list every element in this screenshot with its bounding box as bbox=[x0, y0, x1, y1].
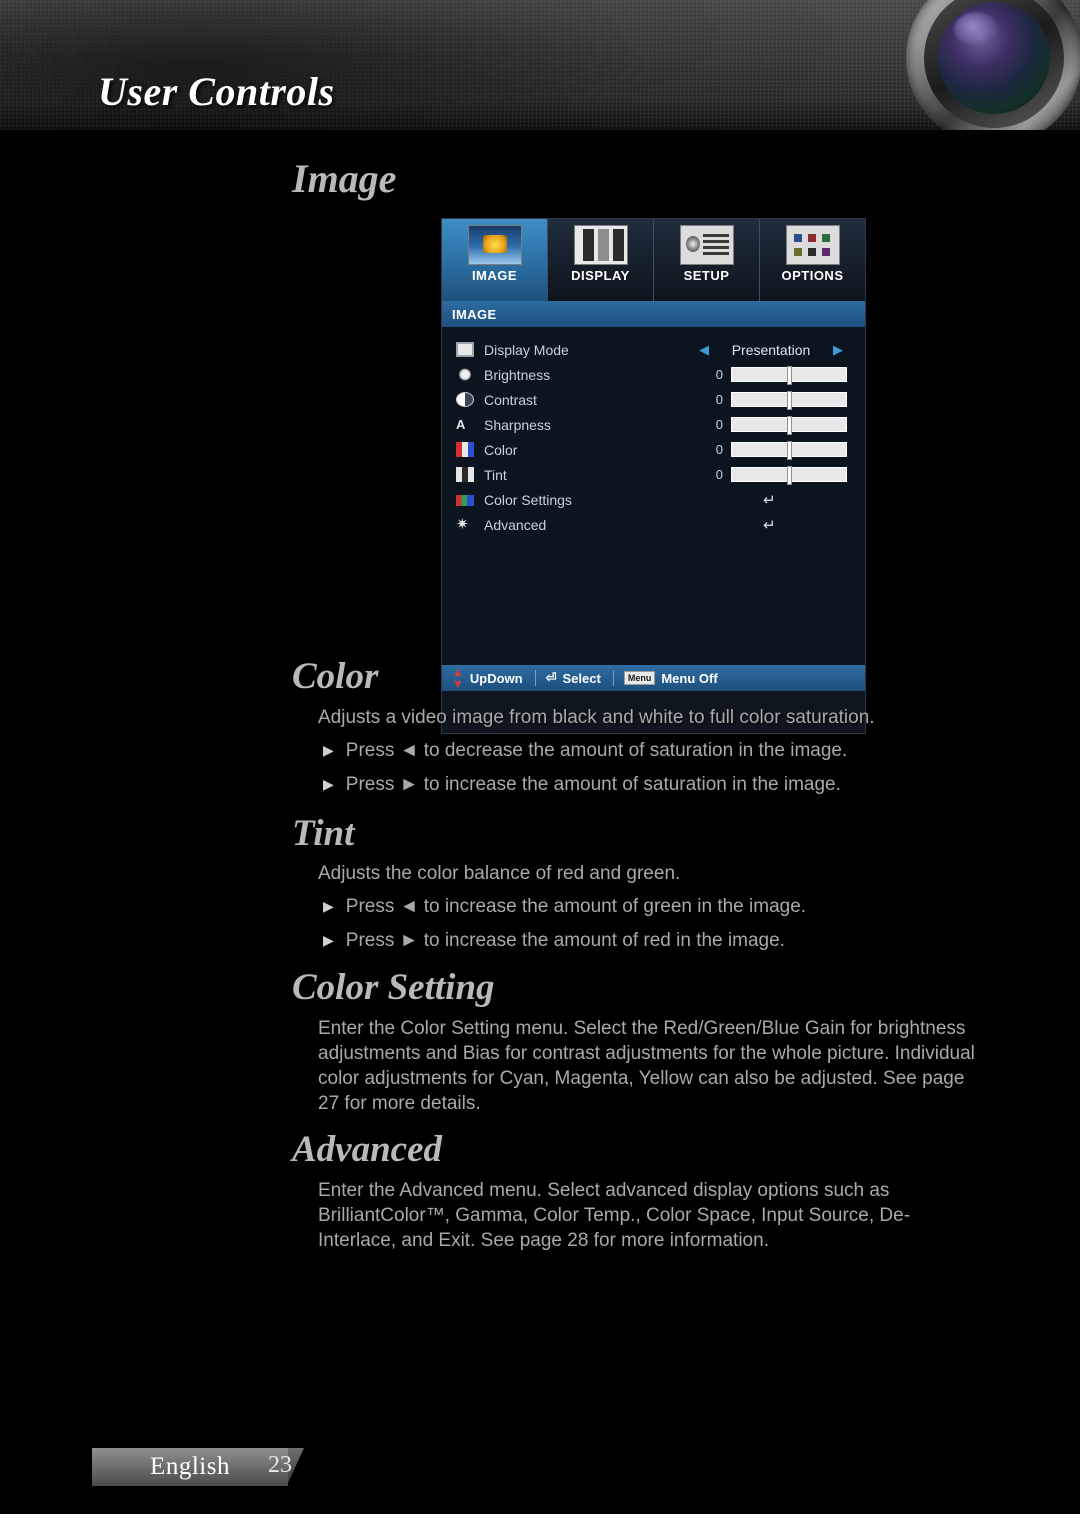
bullet-text: Press ► to increase the amount of satura… bbox=[345, 774, 841, 795]
page-title: User Controls bbox=[98, 69, 335, 114]
document-page: User Controls Image IMAGE DISPLAY SETUP bbox=[0, 0, 1080, 1532]
sharpness-icon: A bbox=[456, 417, 466, 432]
footer-language-bar: English bbox=[92, 1448, 288, 1486]
paragraph-color: Adjusts a video image from black and whi… bbox=[318, 707, 875, 728]
osd-footer-label: Menu Off bbox=[661, 670, 718, 686]
contrast-slider[interactable] bbox=[731, 391, 847, 410]
osd-row-tint[interactable]: Tint 0 bbox=[442, 462, 865, 487]
osd-row-label: Tint bbox=[484, 466, 507, 483]
bullet-tint-2: ▶ Press ► to increase the amount of red … bbox=[323, 928, 1003, 953]
osd-footer-label: UpDown bbox=[469, 670, 523, 686]
osd-tab-display[interactable]: DISPLAY bbox=[548, 219, 654, 301]
osd-row-sharpness[interactable]: A Sharpness 0 bbox=[442, 412, 865, 437]
setup-tab-icon bbox=[679, 225, 734, 265]
osd-row-label: Display Mode bbox=[484, 341, 569, 358]
section-title: Image bbox=[292, 156, 397, 201]
paragraph-advanced: Enter the Advanced menu. Select advanced… bbox=[318, 1180, 911, 1251]
contrast-icon bbox=[456, 392, 474, 407]
camera-lens-icon bbox=[896, 0, 1080, 130]
options-tab-icon bbox=[785, 225, 840, 265]
bullet-triangle-icon: ▶ bbox=[323, 742, 334, 758]
osd-tab-image[interactable]: IMAGE bbox=[442, 219, 548, 301]
brightness-icon bbox=[456, 367, 474, 382]
osd-row-value: 0 bbox=[715, 392, 723, 407]
enter-key-icon: ⏎ bbox=[545, 670, 557, 685]
display-mode-value: Presentation bbox=[731, 341, 811, 358]
osd-footer-label: Select bbox=[562, 670, 601, 686]
image-tab-icon bbox=[467, 225, 522, 265]
paragraph-tint: Adjusts the color balance of red and gre… bbox=[318, 863, 681, 884]
color-slider[interactable] bbox=[731, 441, 847, 460]
osd-footer-bar: ▲ ▼ UpDown ⏎ Select Menu Menu Off bbox=[442, 665, 865, 691]
osd-row-label: Sharpness bbox=[484, 416, 551, 433]
osd-row-color[interactable]: Color 0 bbox=[442, 437, 865, 462]
right-arrow-icon[interactable]: ▶ bbox=[833, 342, 843, 358]
brightness-slider[interactable] bbox=[731, 366, 847, 385]
display-mode-selector[interactable]: ◀ Presentation ▶ bbox=[699, 342, 843, 358]
up-down-arrows-icon: ▲ ▼ bbox=[452, 665, 464, 691]
osd-row-label: Color bbox=[484, 441, 518, 458]
left-arrow-icon[interactable]: ◀ bbox=[699, 342, 709, 358]
osd-row-label: Advanced bbox=[484, 516, 547, 533]
osd-tab-label: OPTIONS bbox=[781, 268, 844, 283]
page-bottom-margin bbox=[0, 1514, 1080, 1532]
osd-row-value: 0 bbox=[715, 417, 723, 432]
menu-key-icon: Menu bbox=[623, 671, 656, 685]
bullet-text: Press ◄ to increase the amount of green … bbox=[345, 896, 807, 917]
osd-menu-body: Display Mode ◀ Presentation ▶ Brightness… bbox=[442, 327, 865, 691]
osd-row-label: Color Settings bbox=[484, 491, 572, 508]
osd-footer-menu-off[interactable]: Menu Menu Off bbox=[612, 670, 718, 686]
osd-row-color-settings[interactable]: Color Settings ↵ bbox=[442, 487, 865, 512]
osd-tab-options[interactable]: OPTIONS bbox=[760, 219, 865, 301]
osd-row-value: 0 bbox=[715, 442, 723, 457]
osd-tab-bar: IMAGE DISPLAY SETUP OPTIONS bbox=[442, 219, 865, 301]
osd-tab-label: SETUP bbox=[683, 268, 730, 283]
footer-page-number: 23 bbox=[268, 1452, 292, 1478]
bullet-tint-1: ▶ Press ◄ to increase the amount of gree… bbox=[323, 894, 1003, 919]
osd-row-value: 0 bbox=[715, 367, 723, 382]
tint-slider[interactable] bbox=[731, 466, 847, 485]
osd-row-value: 0 bbox=[715, 467, 723, 482]
osd-tab-setup[interactable]: SETUP bbox=[654, 219, 760, 301]
osd-row-label: Brightness bbox=[484, 366, 551, 383]
osd-row-label: Contrast bbox=[484, 391, 537, 408]
page-header: User Controls bbox=[0, 0, 1080, 130]
bullet-color-2: ▶ Press ► to increase the amount of satu… bbox=[323, 772, 1003, 797]
page-content: Image IMAGE DISPLAY SETUP OPTIONS IMAGE … bbox=[0, 130, 1080, 1532]
screen-icon bbox=[456, 342, 474, 357]
bullet-triangle-icon: ▶ bbox=[323, 776, 334, 792]
page-footer: English 23 bbox=[0, 1448, 1080, 1488]
osd-submenu-title: IMAGE bbox=[442, 301, 865, 327]
heading-tint: Tint bbox=[292, 813, 355, 854]
display-tab-icon bbox=[573, 225, 628, 265]
bullet-text: Press ► to increase the amount of red in… bbox=[345, 930, 785, 951]
footer-language: English bbox=[150, 1453, 230, 1480]
osd-row-advanced[interactable]: ✷ Advanced ↵ bbox=[442, 512, 865, 537]
bullet-text: Press ◄ to decrease the amount of satura… bbox=[345, 740, 848, 761]
osd-row-display-mode[interactable]: Display Mode ◀ Presentation ▶ bbox=[442, 337, 865, 362]
enter-arrow-icon: ↵ bbox=[763, 491, 776, 509]
enter-arrow-icon: ↵ bbox=[763, 516, 776, 534]
osd-footer-updown[interactable]: ▲ ▼ UpDown bbox=[442, 666, 523, 690]
tint-bars-icon bbox=[456, 467, 474, 482]
advanced-star-icon: ✷ bbox=[456, 516, 469, 533]
bullet-color-1: ▶ Press ◄ to decrease the amount of satu… bbox=[323, 738, 1003, 763]
osd-tab-label: DISPLAY bbox=[571, 268, 630, 283]
bullet-triangle-icon: ▶ bbox=[323, 898, 334, 914]
bullet-triangle-icon: ▶ bbox=[323, 932, 334, 948]
heading-color: Color bbox=[292, 656, 379, 697]
paragraph-color-setting: Enter the Color Setting menu. Select the… bbox=[318, 1018, 975, 1114]
heading-color-setting: Color Setting bbox=[292, 967, 495, 1008]
osd-row-brightness[interactable]: Brightness 0 bbox=[442, 362, 865, 387]
osd-menu-screenshot: IMAGE DISPLAY SETUP OPTIONS IMAGE Displa… bbox=[441, 218, 866, 734]
color-bars-icon bbox=[456, 442, 474, 457]
osd-footer-select[interactable]: ⏎ Select bbox=[534, 670, 601, 686]
osd-row-contrast[interactable]: Contrast 0 bbox=[442, 387, 865, 412]
sharpness-slider[interactable] bbox=[731, 416, 847, 435]
color-settings-icon bbox=[456, 495, 474, 506]
heading-advanced: Advanced bbox=[292, 1129, 443, 1170]
osd-tab-label: IMAGE bbox=[471, 268, 518, 283]
